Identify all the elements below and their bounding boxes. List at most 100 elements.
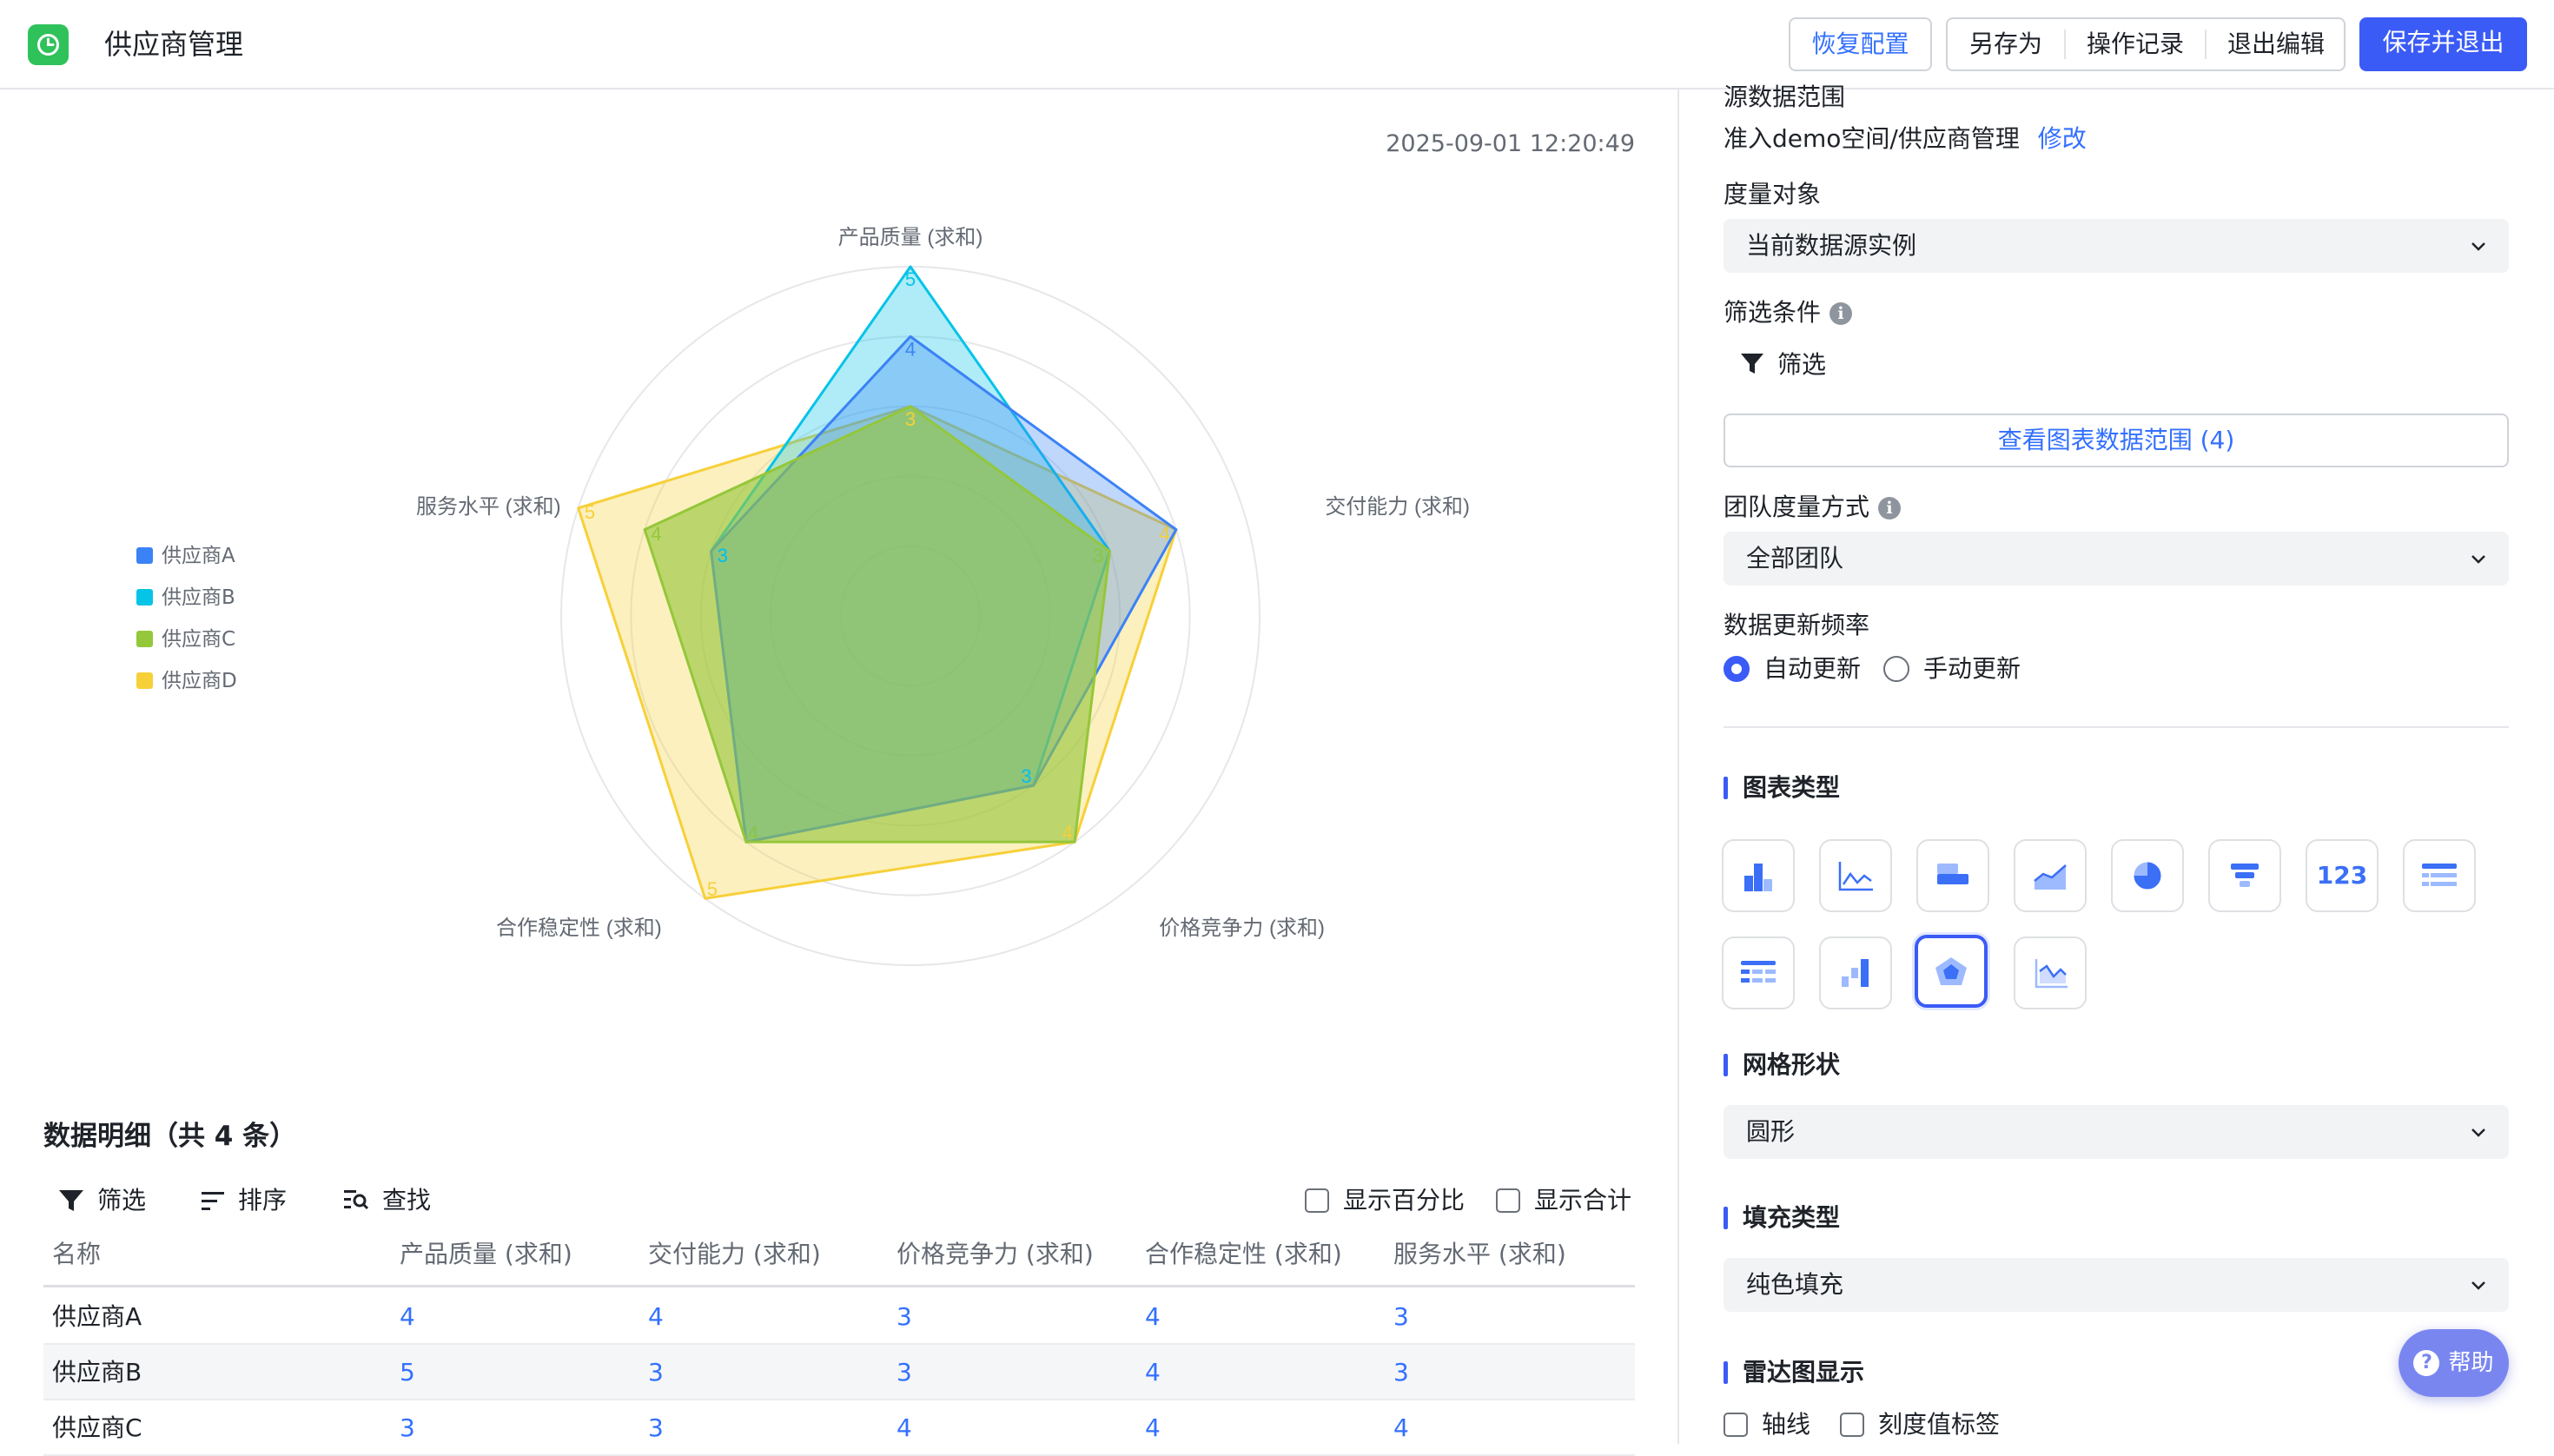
radar-axis-label: 合作稳定性 (求和) xyxy=(496,917,662,940)
combo-chart-icon xyxy=(2035,959,2068,989)
auto-update-label: 自动更新 xyxy=(1763,654,1862,683)
radar-value-label: 5 xyxy=(707,878,718,900)
pie-chart-icon xyxy=(2133,861,2162,890)
radar-value-label: 3 xyxy=(1021,765,1031,787)
chart-type-area[interactable] xyxy=(2014,839,2087,912)
show-percent-label: 显示百分比 xyxy=(1343,1186,1466,1214)
list-chart-icon xyxy=(2422,864,2457,886)
chevron-down-icon xyxy=(2471,242,2485,251)
table-filter-button[interactable]: 筛选 xyxy=(57,1183,146,1218)
table-cell-value[interactable]: 4 xyxy=(1145,1289,1161,1345)
table-header-cell[interactable]: 名称 xyxy=(52,1227,101,1282)
tick-label-checkbox[interactable]: 刻度值标签 xyxy=(1840,1407,2000,1442)
legend-label: 供应商A xyxy=(162,545,235,567)
chart-type-list[interactable] xyxy=(2403,839,2476,912)
table-row[interactable]: 供应商B 5 3 3 4 3 xyxy=(43,1345,1635,1400)
chart-type-bar[interactable] xyxy=(1916,839,1989,912)
table-header-cell[interactable]: 产品质量 (求和) xyxy=(400,1227,572,1282)
show-total-checkbox[interactable]: 显示合计 xyxy=(1496,1183,1631,1218)
radar-value-label: 4 xyxy=(748,822,758,844)
show-percent-checkbox[interactable]: 显示百分比 xyxy=(1305,1183,1465,1218)
table-cell-value[interactable]: 3 xyxy=(1393,1345,1409,1400)
sort-icon xyxy=(202,1192,224,1210)
checkbox-box xyxy=(1840,1413,1864,1437)
auto-update-radio[interactable]: 自动更新 xyxy=(1724,652,1861,686)
legend-item[interactable]: 供应商C xyxy=(136,626,235,652)
chart-type-waterfall[interactable] xyxy=(1819,936,1892,1009)
fill-type-select[interactable]: 纯色填充 xyxy=(1724,1258,2509,1312)
save-as-button[interactable]: 另存为 xyxy=(1948,19,2064,69)
view-chart-data-range-button[interactable]: 查看图表数据范围 (4) xyxy=(1724,414,2509,467)
modify-source-link[interactable]: 修改 xyxy=(2038,124,2087,153)
legend-item[interactable]: 供应商D xyxy=(136,668,237,694)
chart-type-pivot-table[interactable] xyxy=(1722,936,1795,1009)
manual-update-radio[interactable]: 手动更新 xyxy=(1883,652,2021,686)
table-cell-value[interactable]: 5 xyxy=(400,1345,415,1400)
radar-axis-label: 产品质量 (求和) xyxy=(838,226,983,249)
table-cell-value[interactable]: 3 xyxy=(400,1400,415,1456)
manual-update-label: 手动更新 xyxy=(1923,654,2021,683)
table-header-cell[interactable]: 交付能力 (求和) xyxy=(648,1227,821,1282)
grid-shape-value: 圆形 xyxy=(1746,1117,1796,1146)
grid-shape-select[interactable]: 圆形 xyxy=(1724,1105,2509,1159)
help-label: 帮助 xyxy=(2448,1350,2494,1376)
chart-type-combo[interactable] xyxy=(2014,936,2087,1009)
filter-condition-text: 筛选条件 xyxy=(1724,298,1822,327)
add-filter-button[interactable]: 筛选 xyxy=(1739,347,1826,382)
help-button[interactable]: ? 帮助 xyxy=(2399,1329,2509,1397)
pivot-table-icon xyxy=(1741,961,1776,983)
measure-object-select[interactable]: 当前数据源实例 xyxy=(1724,219,2509,273)
save-and-exit-button[interactable]: 保存并退出 xyxy=(2359,17,2527,71)
chart-type-pie[interactable] xyxy=(2111,839,2184,912)
table-cell-value[interactable]: 3 xyxy=(897,1345,912,1400)
info-icon[interactable]: i xyxy=(1829,302,1853,325)
chevron-down-icon xyxy=(2471,1281,2485,1290)
chart-type-column[interactable] xyxy=(1722,839,1795,912)
table-header-cell[interactable]: 服务水平 (求和) xyxy=(1393,1227,1566,1282)
table-cell-value[interactable]: 4 xyxy=(1145,1345,1161,1400)
chart-type-number-card[interactable]: 123 xyxy=(2306,839,2379,912)
chart-type-line[interactable] xyxy=(1819,839,1892,912)
legend-item[interactable]: 供应商A xyxy=(136,543,235,569)
operation-history-button[interactable]: 操作记录 xyxy=(2066,19,2205,69)
measure-object-value: 当前数据源实例 xyxy=(1746,231,1917,260)
table-cell-value[interactable]: 4 xyxy=(1145,1400,1161,1456)
chart-type-funnel[interactable] xyxy=(2208,839,2281,912)
table-cell-value[interactable]: 3 xyxy=(648,1400,664,1456)
team-measure-label: 团队度量方式 i xyxy=(1724,490,1902,525)
table-row[interactable]: 供应商A 4 4 3 4 3 xyxy=(43,1289,1635,1345)
checkbox-box xyxy=(1496,1188,1520,1213)
area-chart-icon xyxy=(2034,864,2067,890)
team-measure-text: 团队度量方式 xyxy=(1724,493,1870,521)
table-cell-value[interactable]: 3 xyxy=(897,1289,912,1345)
add-filter-label: 筛选 xyxy=(1777,350,1827,379)
radar-axis-label: 服务水平 (求和) xyxy=(416,495,561,519)
table-find-button[interactable]: 查找 xyxy=(342,1183,431,1218)
table-row[interactable]: 供应商C 3 3 4 4 4 xyxy=(43,1400,1635,1456)
table-cell-value[interactable]: 3 xyxy=(648,1345,664,1400)
chart-type-radar[interactable] xyxy=(1915,935,1988,1008)
legend-item[interactable]: 供应商B xyxy=(136,585,235,611)
team-measure-value: 全部团队 xyxy=(1746,544,1844,572)
radar-value-label: 3 xyxy=(718,545,728,566)
header-button-group: 另存为 操作记录 退出编辑 xyxy=(1946,17,2346,71)
legend-swatch xyxy=(136,631,153,647)
radar-axis-label: 交付能力 (求和) xyxy=(1325,495,1470,519)
table-cell-value[interactable]: 3 xyxy=(1393,1289,1409,1345)
table-cell-value[interactable]: 4 xyxy=(897,1400,912,1456)
table-header-cell[interactable]: 价格竞争力 (求和) xyxy=(897,1227,1094,1282)
table-filter-label: 筛选 xyxy=(97,1186,147,1214)
restore-config-button[interactable]: 恢复配置 xyxy=(1789,17,1932,71)
axis-line-checkbox[interactable]: 轴线 xyxy=(1724,1407,1810,1442)
exit-edit-button[interactable]: 退出编辑 xyxy=(2207,19,2346,69)
table-cell-value[interactable]: 4 xyxy=(400,1289,415,1345)
team-measure-select[interactable]: 全部团队 xyxy=(1724,532,2509,586)
table-sort-button[interactable]: 排序 xyxy=(200,1183,287,1218)
table-cell-value[interactable]: 4 xyxy=(648,1289,664,1345)
legend-swatch xyxy=(136,672,153,689)
table-cell-value[interactable]: 4 xyxy=(1393,1400,1409,1456)
legend-label: 供应商B xyxy=(162,586,235,609)
table-header-cell[interactable]: 合作稳定性 (求和) xyxy=(1145,1227,1342,1282)
fill-type-value: 纯色填充 xyxy=(1746,1270,1844,1299)
info-icon[interactable]: i xyxy=(1878,497,1902,520)
